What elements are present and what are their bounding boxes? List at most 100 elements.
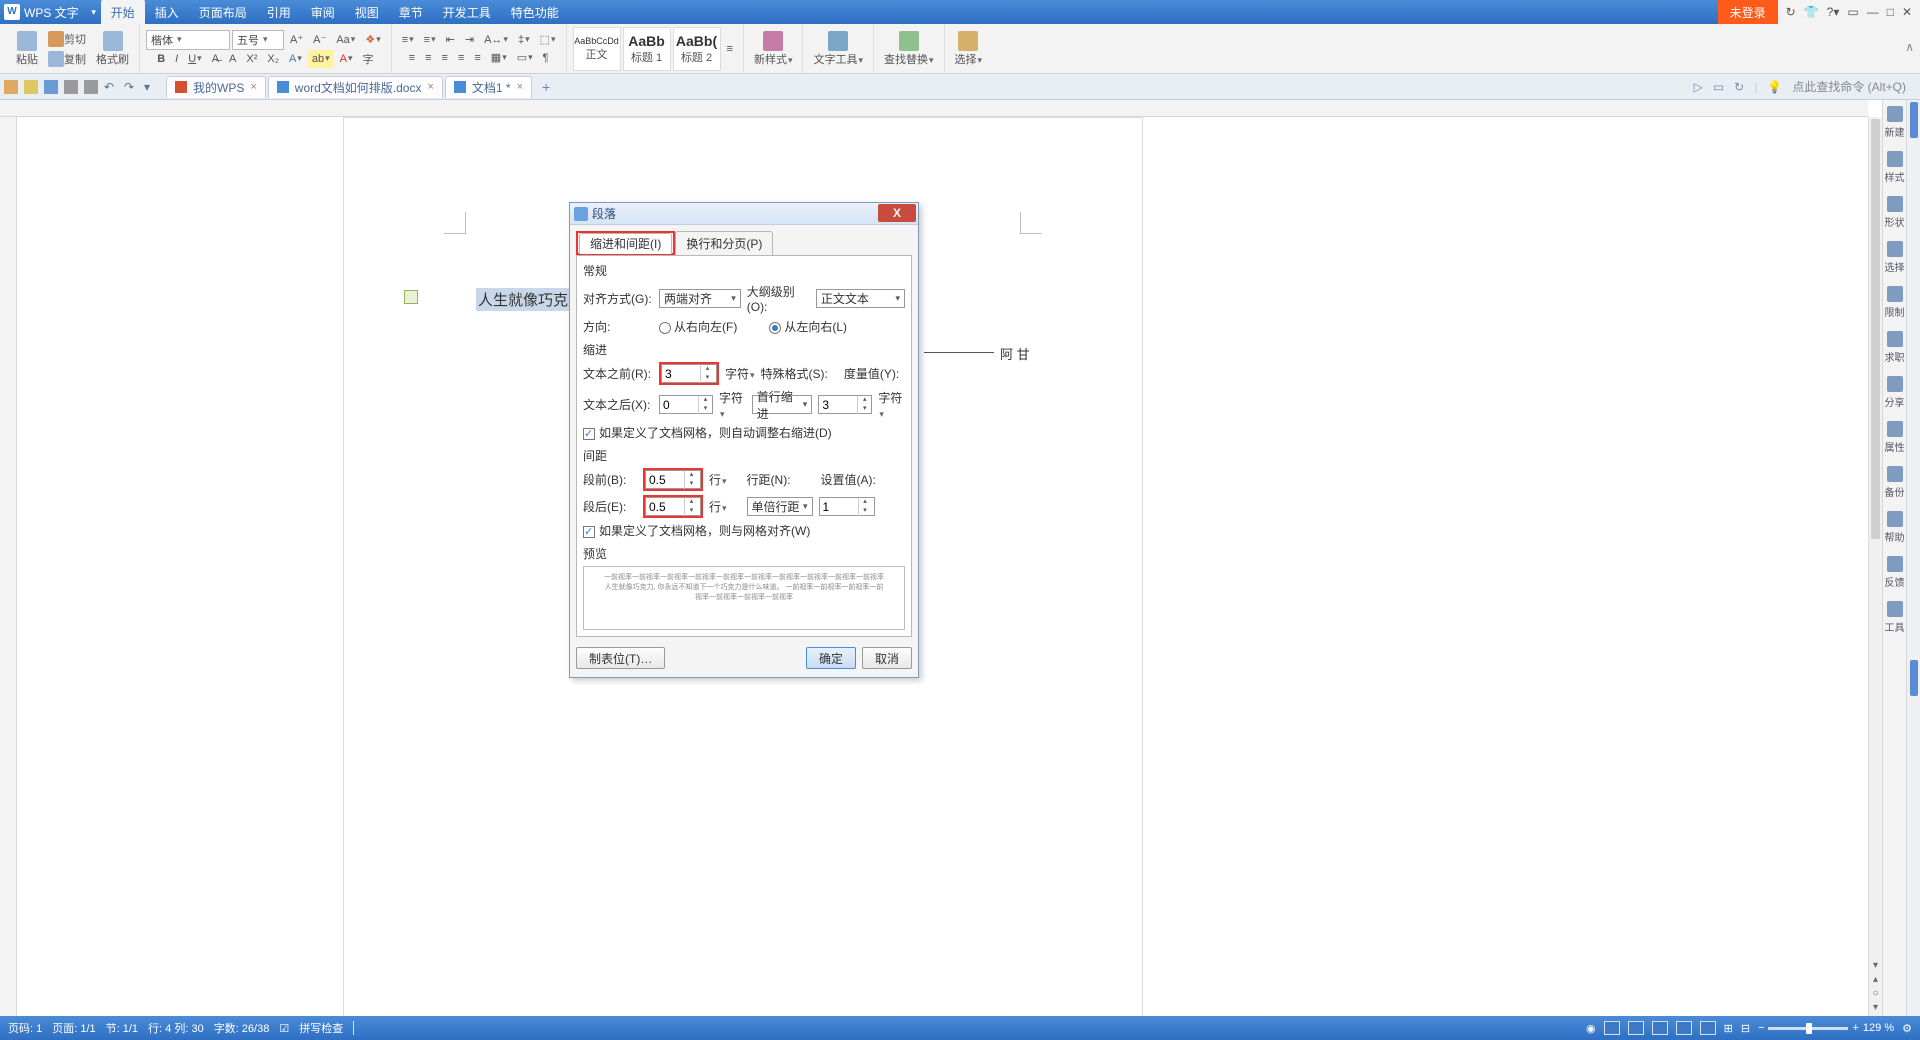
- dialog-tab-pagebreak[interactable]: 换行和分页(P): [675, 231, 773, 255]
- undo-icon[interactable]: ↶: [104, 80, 118, 94]
- zoom-value[interactable]: 129 %: [1863, 1022, 1894, 1034]
- view-outline-button[interactable]: [1628, 1021, 1644, 1035]
- print-preview-icon[interactable]: [84, 80, 98, 94]
- ok-button[interactable]: 确定: [806, 647, 856, 669]
- after-text-spinner[interactable]: ▴▾: [659, 395, 713, 414]
- settings-icon[interactable]: ⚙: [1902, 1022, 1912, 1035]
- close-tab-icon[interactable]: ×: [250, 81, 256, 93]
- minimap-marker[interactable]: [1910, 660, 1918, 696]
- strike-button[interactable]: A̶: [208, 50, 223, 68]
- minimize-icon[interactable]: —: [1867, 5, 1879, 19]
- tab-section[interactable]: 章节: [389, 0, 433, 24]
- space-before-spinner[interactable]: ▴▾: [645, 470, 701, 489]
- select-button[interactable]: 选择▾: [951, 31, 987, 67]
- scroll-down-icon[interactable]: ▾: [1869, 960, 1882, 974]
- align-select[interactable]: 两端对齐▾: [659, 289, 741, 308]
- paste-button[interactable]: 粘贴: [12, 31, 42, 67]
- bullets-button[interactable]: ≡▾: [398, 31, 418, 49]
- doc-icon[interactable]: ▭: [1713, 80, 1724, 94]
- direction-ltr-radio[interactable]: 从左向右(L): [769, 318, 847, 335]
- tab-insert[interactable]: 插入: [145, 0, 189, 24]
- sidebar-item-prop[interactable]: 属性: [1885, 421, 1905, 454]
- view-print-button[interactable]: [1604, 1021, 1620, 1035]
- vertical-scrollbar[interactable]: ▴ ▾ ▴ ○ ▾: [1868, 117, 1882, 1016]
- command-search-hint[interactable]: 点此查找命令 (Alt+Q): [1792, 78, 1906, 95]
- align-left-button[interactable]: ≡: [405, 49, 419, 67]
- font-name-combo[interactable]: 楷体▾: [146, 30, 230, 50]
- app-menu-dropdown[interactable]: ▾: [87, 7, 101, 18]
- style-heading1[interactable]: AaBb标题 1: [623, 27, 671, 71]
- view-web-button[interactable]: [1652, 1021, 1668, 1035]
- sidebar-item-tools[interactable]: 工具: [1885, 601, 1905, 634]
- doc-tab-mywps[interactable]: 我的WPS×: [166, 76, 266, 98]
- sync-icon[interactable]: ↻: [1734, 80, 1744, 94]
- tab-view[interactable]: 视图: [345, 0, 389, 24]
- grow-font-button[interactable]: A⁺: [286, 31, 307, 49]
- show-marks-button[interactable]: ¶: [539, 49, 553, 67]
- sidebar-minimap[interactable]: [1906, 100, 1920, 1016]
- borders-button[interactable]: ▭▾: [513, 49, 537, 67]
- prev-page-icon[interactable]: ▴: [1869, 974, 1882, 988]
- font-color-button[interactable]: A▾: [336, 50, 357, 68]
- sidebar-item-feedback[interactable]: 反馈: [1885, 556, 1905, 589]
- sidebar-item-new[interactable]: 新建: [1885, 106, 1905, 139]
- indent-inc-button[interactable]: ⇥: [461, 31, 478, 49]
- view-draft-button[interactable]: [1700, 1021, 1716, 1035]
- grid-indent-checkbox[interactable]: 如果定义了文档网格，则自动调整右缩进(D): [583, 424, 832, 441]
- tab-review[interactable]: 审阅: [301, 0, 345, 24]
- pin-icon[interactable]: ▭: [1847, 5, 1858, 19]
- status-spellcheck[interactable]: 拼写检查: [299, 1020, 343, 1036]
- sidebar-item-job[interactable]: 求职: [1885, 331, 1905, 364]
- align-justify-button[interactable]: ≡: [454, 49, 468, 67]
- phonetic-button[interactable]: 字: [359, 50, 378, 68]
- document-canvas[interactable]: 人生就像巧克力, 阿 甘: [17, 117, 1868, 1016]
- text-effects-button[interactable]: A▾: [285, 50, 306, 68]
- print-icon[interactable]: [64, 80, 78, 94]
- cut-button[interactable]: 剪切: [44, 30, 90, 48]
- bold-button[interactable]: B: [153, 50, 169, 68]
- sidebar-item-shape[interactable]: 形状: [1885, 196, 1905, 229]
- reading-mode-icon[interactable]: ◉: [1586, 1022, 1596, 1035]
- sort-button[interactable]: ⬚▾: [536, 31, 560, 49]
- sidebar-item-style[interactable]: 样式: [1885, 151, 1905, 184]
- fit-width-icon[interactable]: ⊟: [1741, 1022, 1750, 1035]
- tab-start[interactable]: 开始: [101, 0, 145, 24]
- change-case-button[interactable]: Aa▾: [332, 31, 359, 49]
- tab-pagelayout[interactable]: 页面布局: [189, 0, 257, 24]
- tabs-button[interactable]: 制表位(T)…: [576, 647, 665, 669]
- grid-align-checkbox[interactable]: 如果定义了文档网格，则与网格对齐(W): [583, 522, 810, 539]
- status-page-no[interactable]: 页码: 1: [8, 1020, 42, 1036]
- clear-format-button[interactable]: ❖▾: [361, 31, 384, 49]
- align-distribute-button[interactable]: ≡: [470, 49, 484, 67]
- status-line-col[interactable]: 行: 4 列: 30: [148, 1020, 204, 1036]
- collapse-ribbon-button[interactable]: ∧: [1905, 40, 1914, 54]
- before-text-spinner[interactable]: ▴▾: [661, 364, 717, 383]
- status-spellcheck-icon[interactable]: ☑: [279, 1022, 289, 1035]
- dialog-close-button[interactable]: X: [878, 204, 916, 222]
- find-replace-button[interactable]: 查找替换▾: [880, 31, 938, 67]
- tab-devtools[interactable]: 开发工具: [433, 0, 501, 24]
- zoom-in-button[interactable]: +: [1852, 1022, 1858, 1034]
- shrink-font-button[interactable]: A⁻: [309, 31, 330, 49]
- open-icon[interactable]: [24, 80, 38, 94]
- shading-button[interactable]: ▦▾: [487, 49, 511, 67]
- underline-button[interactable]: U▾: [184, 50, 205, 68]
- sidebar-item-limit[interactable]: 限制: [1885, 286, 1905, 319]
- style-heading2[interactable]: AaBb(标题 2: [673, 27, 721, 71]
- horizontal-ruler[interactable]: [0, 100, 1868, 117]
- new-doc-icon[interactable]: [4, 80, 18, 94]
- copy-button[interactable]: 复制: [44, 50, 90, 68]
- italic-button[interactable]: I: [171, 50, 182, 68]
- doc-tab-file2[interactable]: word文档如何排版.docx×: [268, 76, 443, 98]
- sidebar-item-help[interactable]: 帮助: [1885, 511, 1905, 544]
- tab-special[interactable]: 特色功能: [501, 0, 569, 24]
- sidebar-item-backup[interactable]: 备份: [1885, 466, 1905, 499]
- vertical-ruler[interactable]: [0, 117, 17, 1016]
- subscript-button[interactable]: X₂: [263, 50, 283, 68]
- save-icon[interactable]: [44, 80, 58, 94]
- status-page[interactable]: 页面: 1/1: [52, 1020, 95, 1036]
- dialog-tab-indent[interactable]: 缩进和间距(I): [579, 233, 672, 254]
- zoom-out-button[interactable]: −: [1758, 1022, 1764, 1034]
- text-tools-button[interactable]: 文字工具▾: [809, 31, 867, 67]
- direction-rtl-radio[interactable]: 从右向左(F): [659, 318, 737, 335]
